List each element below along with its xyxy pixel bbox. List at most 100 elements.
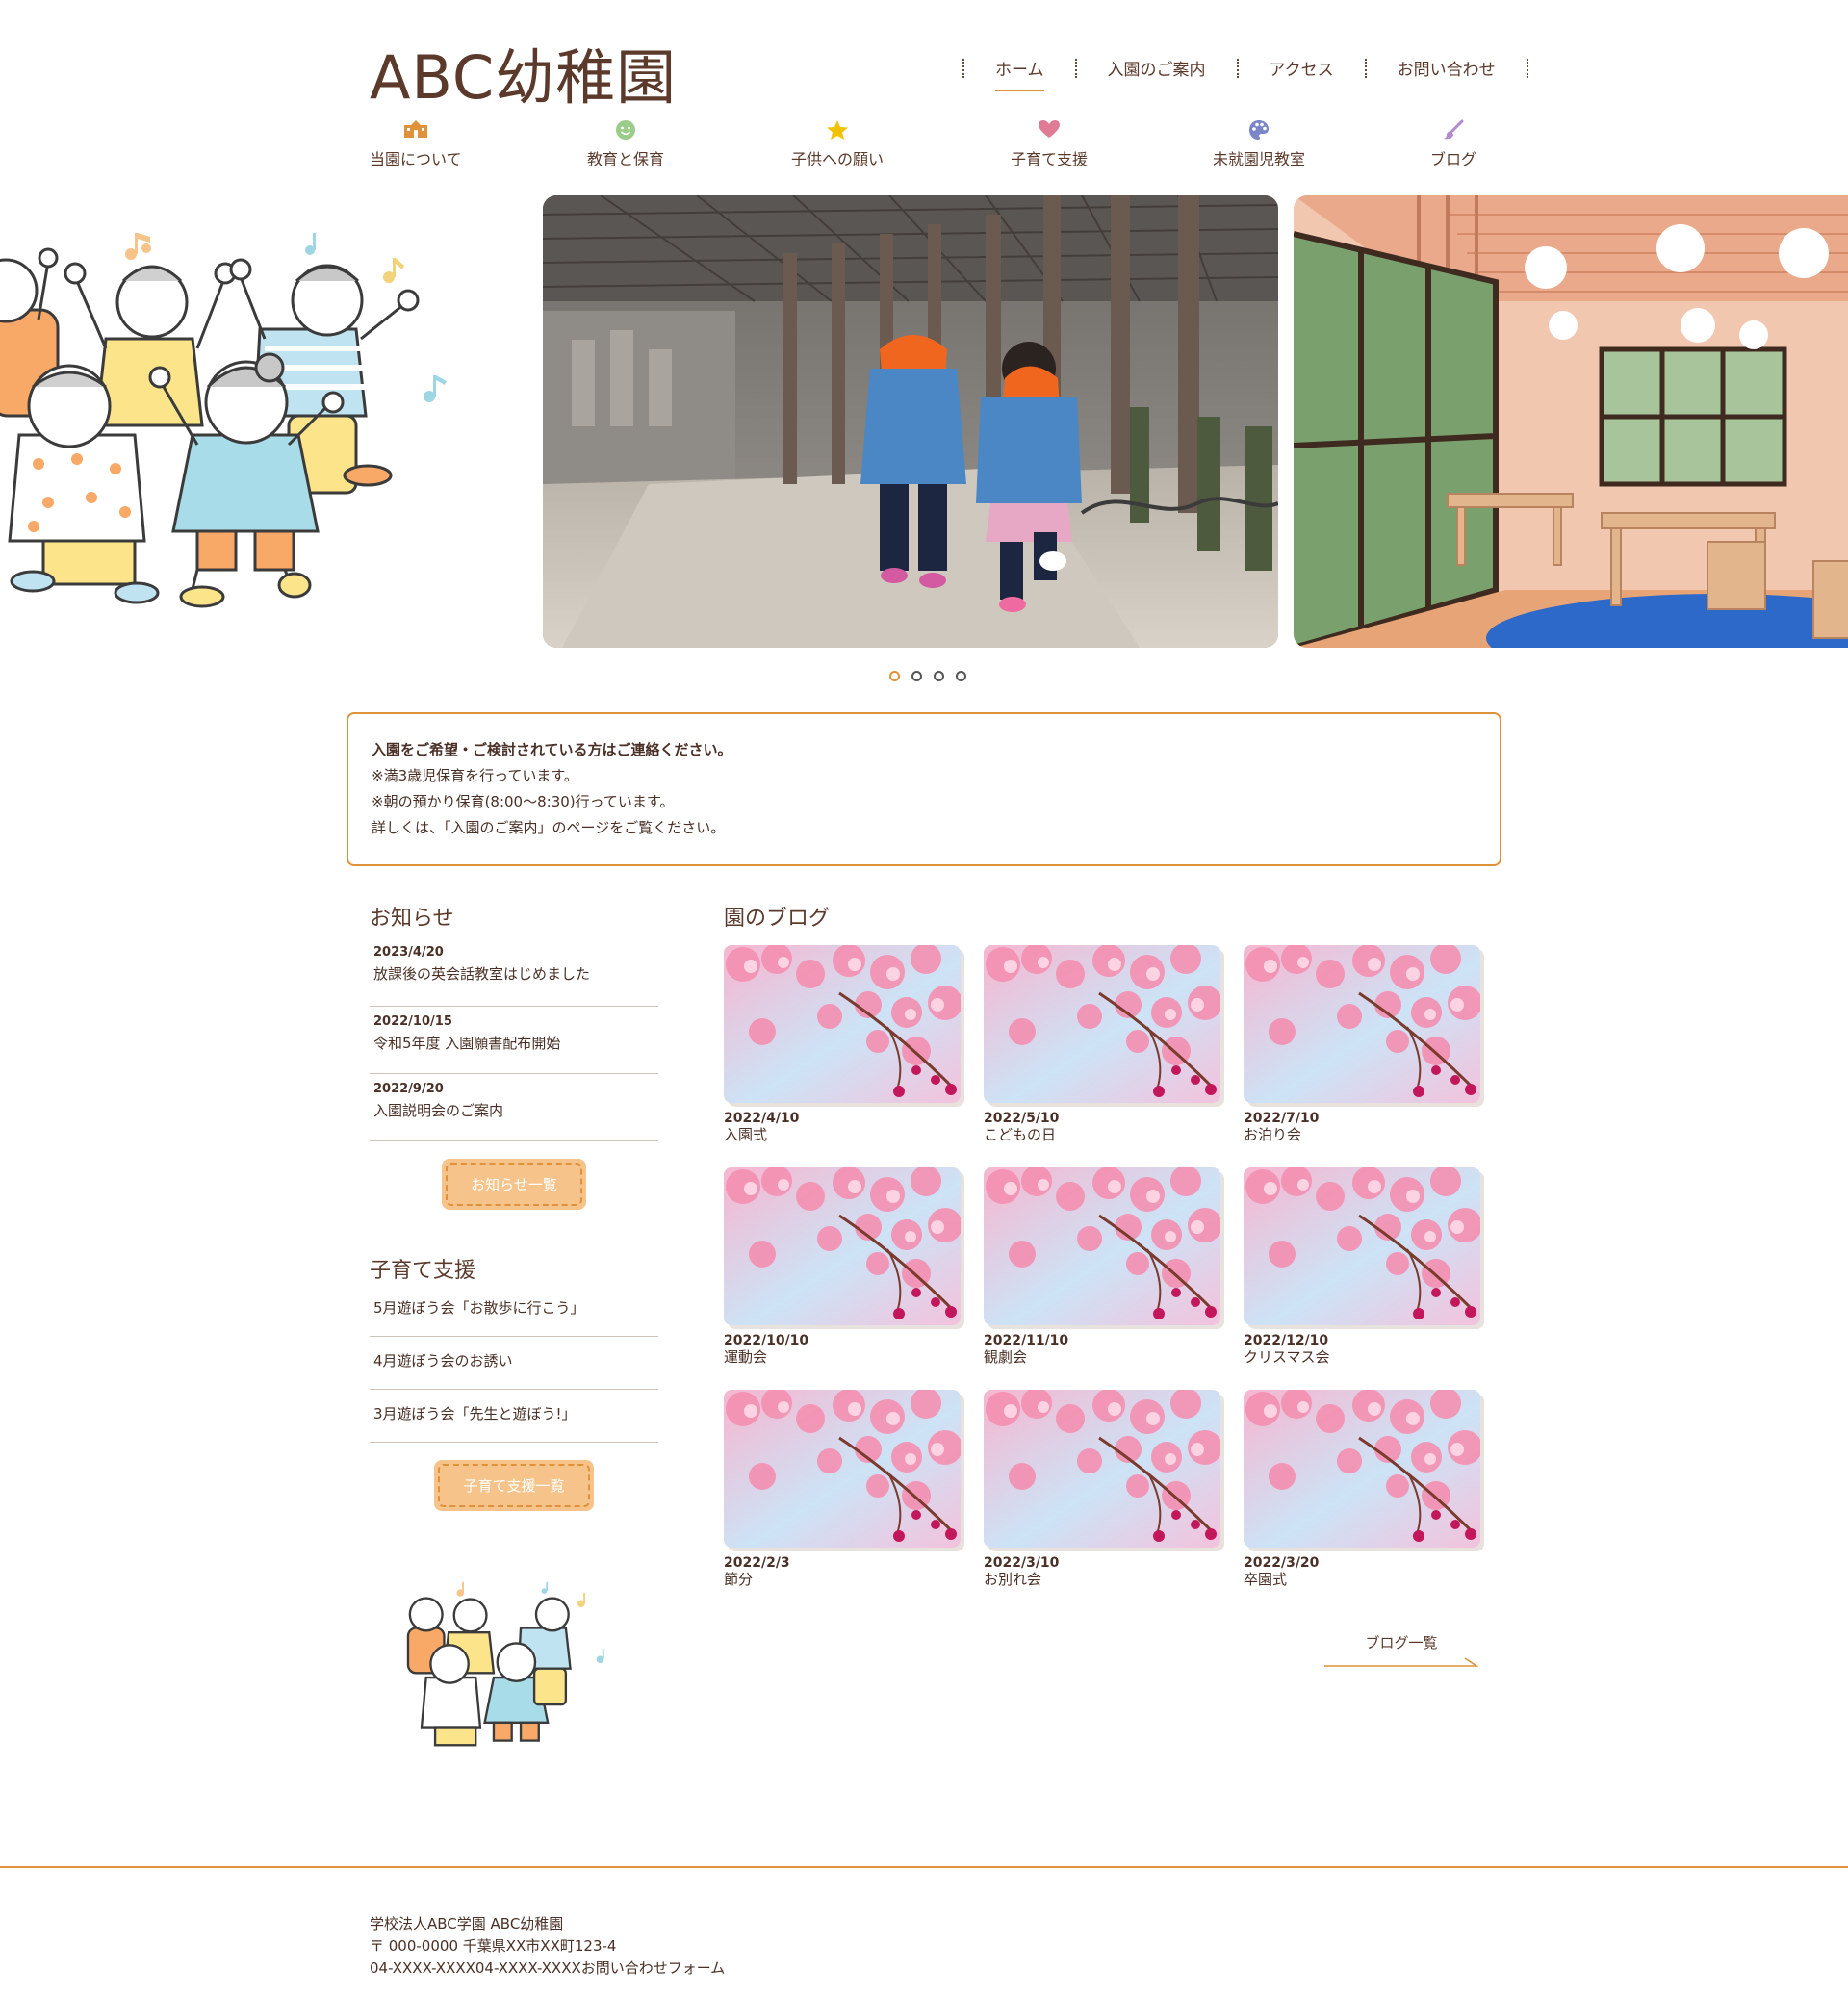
children-illustration xyxy=(0,223,462,618)
blog-card[interactable]: 2022/3/20 卒園式 xyxy=(1244,1390,1480,1592)
news-item-title: 令和5年度 入園願書配布開始 xyxy=(373,1035,561,1052)
icon-nav-label: 当園について xyxy=(370,150,462,168)
notice-line: ※満3歳児保育を行っています。 xyxy=(372,767,578,784)
blog-post-title: お泊り会 xyxy=(1244,1126,1302,1143)
blog-thumbnail xyxy=(984,1390,1220,1548)
blog-post-title: 卒園式 xyxy=(1244,1571,1288,1588)
nav-separator xyxy=(1236,58,1239,78)
site-title[interactable]: ABC幼稚園 xyxy=(370,29,677,115)
icon-nav-label: ブログ xyxy=(1430,150,1477,168)
blog-date: 2022/12/10 xyxy=(1244,1333,1329,1348)
news-item[interactable]: 2022/10/15 令和5年度 入園願書配布開始 xyxy=(370,1007,658,1074)
blog-thumbnail xyxy=(1244,945,1480,1103)
blog-card[interactable]: 2022/7/10 お泊り会 xyxy=(1244,945,1480,1147)
nav-home[interactable]: ホーム xyxy=(995,56,1044,91)
blog-thumbnail xyxy=(724,945,961,1103)
nav-access[interactable]: アクセス xyxy=(1270,56,1334,80)
blog-post-title: 運動会 xyxy=(724,1348,768,1366)
support-section: 子育て支援 5月遊ぼう会「お散歩に行こう」 4月遊ぼう会のお誘い 3月遊ぼう会「… xyxy=(370,1253,658,1511)
school-icon xyxy=(403,119,428,142)
news-date: 2022/9/20 xyxy=(373,1082,444,1096)
blog-post-title: こどもの日 xyxy=(984,1126,1057,1143)
blog-date: 2022/10/10 xyxy=(724,1333,809,1348)
blog-post-title: 観劇会 xyxy=(984,1348,1028,1366)
blog-date: 2022/2/3 xyxy=(724,1555,790,1571)
blog-thumbnail xyxy=(724,1390,961,1548)
nav-contact[interactable]: お問い合わせ xyxy=(1398,56,1496,80)
hero-slide-children[interactable] xyxy=(543,195,1278,648)
heart-icon xyxy=(1038,119,1061,142)
icon-nav-blog[interactable]: ブログ xyxy=(1430,119,1476,169)
news-item[interactable]: 2023/4/20 放課後の英会話教室はじめました xyxy=(370,939,658,1007)
news-title: お知らせ xyxy=(370,907,454,931)
notice-lead: 入園をご希望・ご検討されている方はご連絡ください。 xyxy=(372,741,732,758)
icon-nav-about[interactable]: 当園について xyxy=(370,119,462,169)
blog-card[interactable]: 2022/2/3 節分 xyxy=(724,1390,961,1592)
support-title: 子育て支援 xyxy=(370,1259,476,1283)
blog-title: 園のブログ xyxy=(724,907,831,931)
top-nav: ホーム 入園のご案内 アクセス お問い合わせ xyxy=(932,56,1559,91)
nav-separator xyxy=(962,58,964,78)
blog-list-link[interactable]: ブログ一覧 xyxy=(1324,1632,1478,1668)
news-date: 2023/4/20 xyxy=(373,945,444,960)
blog-card[interactable]: 2022/10/10 運動会 xyxy=(724,1167,961,1370)
notice-line: 詳しくは、「入園のご案内」のページをご覧ください。 xyxy=(372,819,726,836)
smile-icon xyxy=(615,119,636,142)
blog-card[interactable]: 2022/4/10 入園式 xyxy=(724,945,961,1147)
blog-card[interactable]: 2022/5/10 こどもの日 xyxy=(984,945,1220,1147)
admission-notice: 入園をご希望・ご検討されている方はご連絡ください。 ※満3歳児保育を行っています… xyxy=(346,712,1502,866)
support-item[interactable]: 4月遊ぼう会のお誘い xyxy=(370,1337,658,1390)
support-item[interactable]: 3月遊ぼう会「先生と遊ぼう!」 xyxy=(370,1390,658,1443)
icon-nav-education[interactable]: 教育と保育 xyxy=(587,119,664,169)
slider-dot[interactable] xyxy=(911,671,922,681)
support-list-button[interactable]: 子育て支援一覧 xyxy=(434,1460,594,1511)
news-item-title: 入園説明会のご案内 xyxy=(373,1102,504,1119)
slider-dot[interactable] xyxy=(889,671,900,681)
blog-post-title: お別れ会 xyxy=(984,1571,1042,1588)
blog-date: 2022/7/10 xyxy=(1244,1111,1320,1126)
footer: 学校法人ABC学園 ABC幼稚園 〒 000-0000 千葉県XX市XX町123… xyxy=(370,1913,725,1980)
nav-separator xyxy=(1364,58,1367,78)
nav-separator xyxy=(1074,58,1077,78)
blog-section: 園のブログ 2022/4/10 入園式 2022/5/10 こどもの日 2022/7/1… xyxy=(724,901,1480,1588)
news-item[interactable]: 2022/9/20 入園説明会のご案内 xyxy=(370,1074,658,1141)
icon-nav-wishes[interactable]: 子供への願い xyxy=(791,119,884,169)
slider-dot[interactable] xyxy=(934,671,944,681)
nav-admission[interactable]: 入園のご案内 xyxy=(1108,56,1206,80)
nav-separator xyxy=(1526,58,1528,78)
blog-date: 2022/3/20 xyxy=(1244,1555,1320,1571)
footer-address: 〒 000-0000 千葉県XX市XX町123-4 xyxy=(370,1937,617,1955)
slider-dot[interactable] xyxy=(956,671,966,681)
icon-nav-label: 未就園児教室 xyxy=(1213,150,1306,168)
blog-card[interactable]: 2022/12/10 クリスマス会 xyxy=(1244,1167,1480,1370)
blog-thumbnail xyxy=(724,1167,961,1325)
blog-date: 2022/3/10 xyxy=(984,1555,1060,1571)
blog-thumbnail xyxy=(984,945,1220,1103)
support-item[interactable]: 5月遊ぼう会「お散歩に行こう」 xyxy=(370,1284,658,1337)
hero-slide-classroom[interactable] xyxy=(1294,195,1848,648)
blog-thumbnail xyxy=(1244,1167,1480,1325)
blog-card[interactable]: 2022/11/10 観劇会 xyxy=(984,1167,1220,1370)
blog-date: 2022/11/10 xyxy=(984,1333,1069,1348)
news-date: 2022/10/15 xyxy=(373,1014,452,1029)
icon-nav-label: 子育て支援 xyxy=(1011,150,1089,168)
footer-contact[interactable]: 04-XXXX-XXXX04-XXXX-XXXXお問い合わせフォーム xyxy=(370,1958,725,1980)
blog-post-title: クリスマス会 xyxy=(1244,1348,1330,1366)
news-item-title: 放課後の英会話教室はじめました xyxy=(373,965,591,983)
icon-nav: 当園について 教育と保育 子供への願い 子育て支援 未就園児教室 ブログ xyxy=(370,119,1478,169)
icon-nav-label: 子供への願い xyxy=(791,150,885,168)
blog-list-label: ブログ一覧 xyxy=(1365,1634,1438,1652)
news-list-button[interactable]: お知らせ一覧 xyxy=(442,1159,586,1210)
blog-date: 2022/4/10 xyxy=(724,1111,800,1126)
support-list-button-label: 子育て支援一覧 xyxy=(438,1464,590,1507)
star-icon xyxy=(826,119,849,142)
footer-divider xyxy=(0,1866,1848,1868)
arrow-right-icon xyxy=(1324,1657,1478,1667)
blog-card[interactable]: 2022/3/10 お別れ会 xyxy=(984,1390,1220,1592)
icon-nav-support[interactable]: 子育て支援 xyxy=(1011,119,1088,169)
icon-nav-label: 教育と保育 xyxy=(587,150,665,168)
blog-thumbnail xyxy=(984,1167,1220,1325)
icon-nav-preschool[interactable]: 未就園児教室 xyxy=(1213,119,1305,169)
notice-line: ※朝の預かり保育(8:00〜8:30)行っています。 xyxy=(372,793,675,810)
palette-icon xyxy=(1248,119,1270,142)
